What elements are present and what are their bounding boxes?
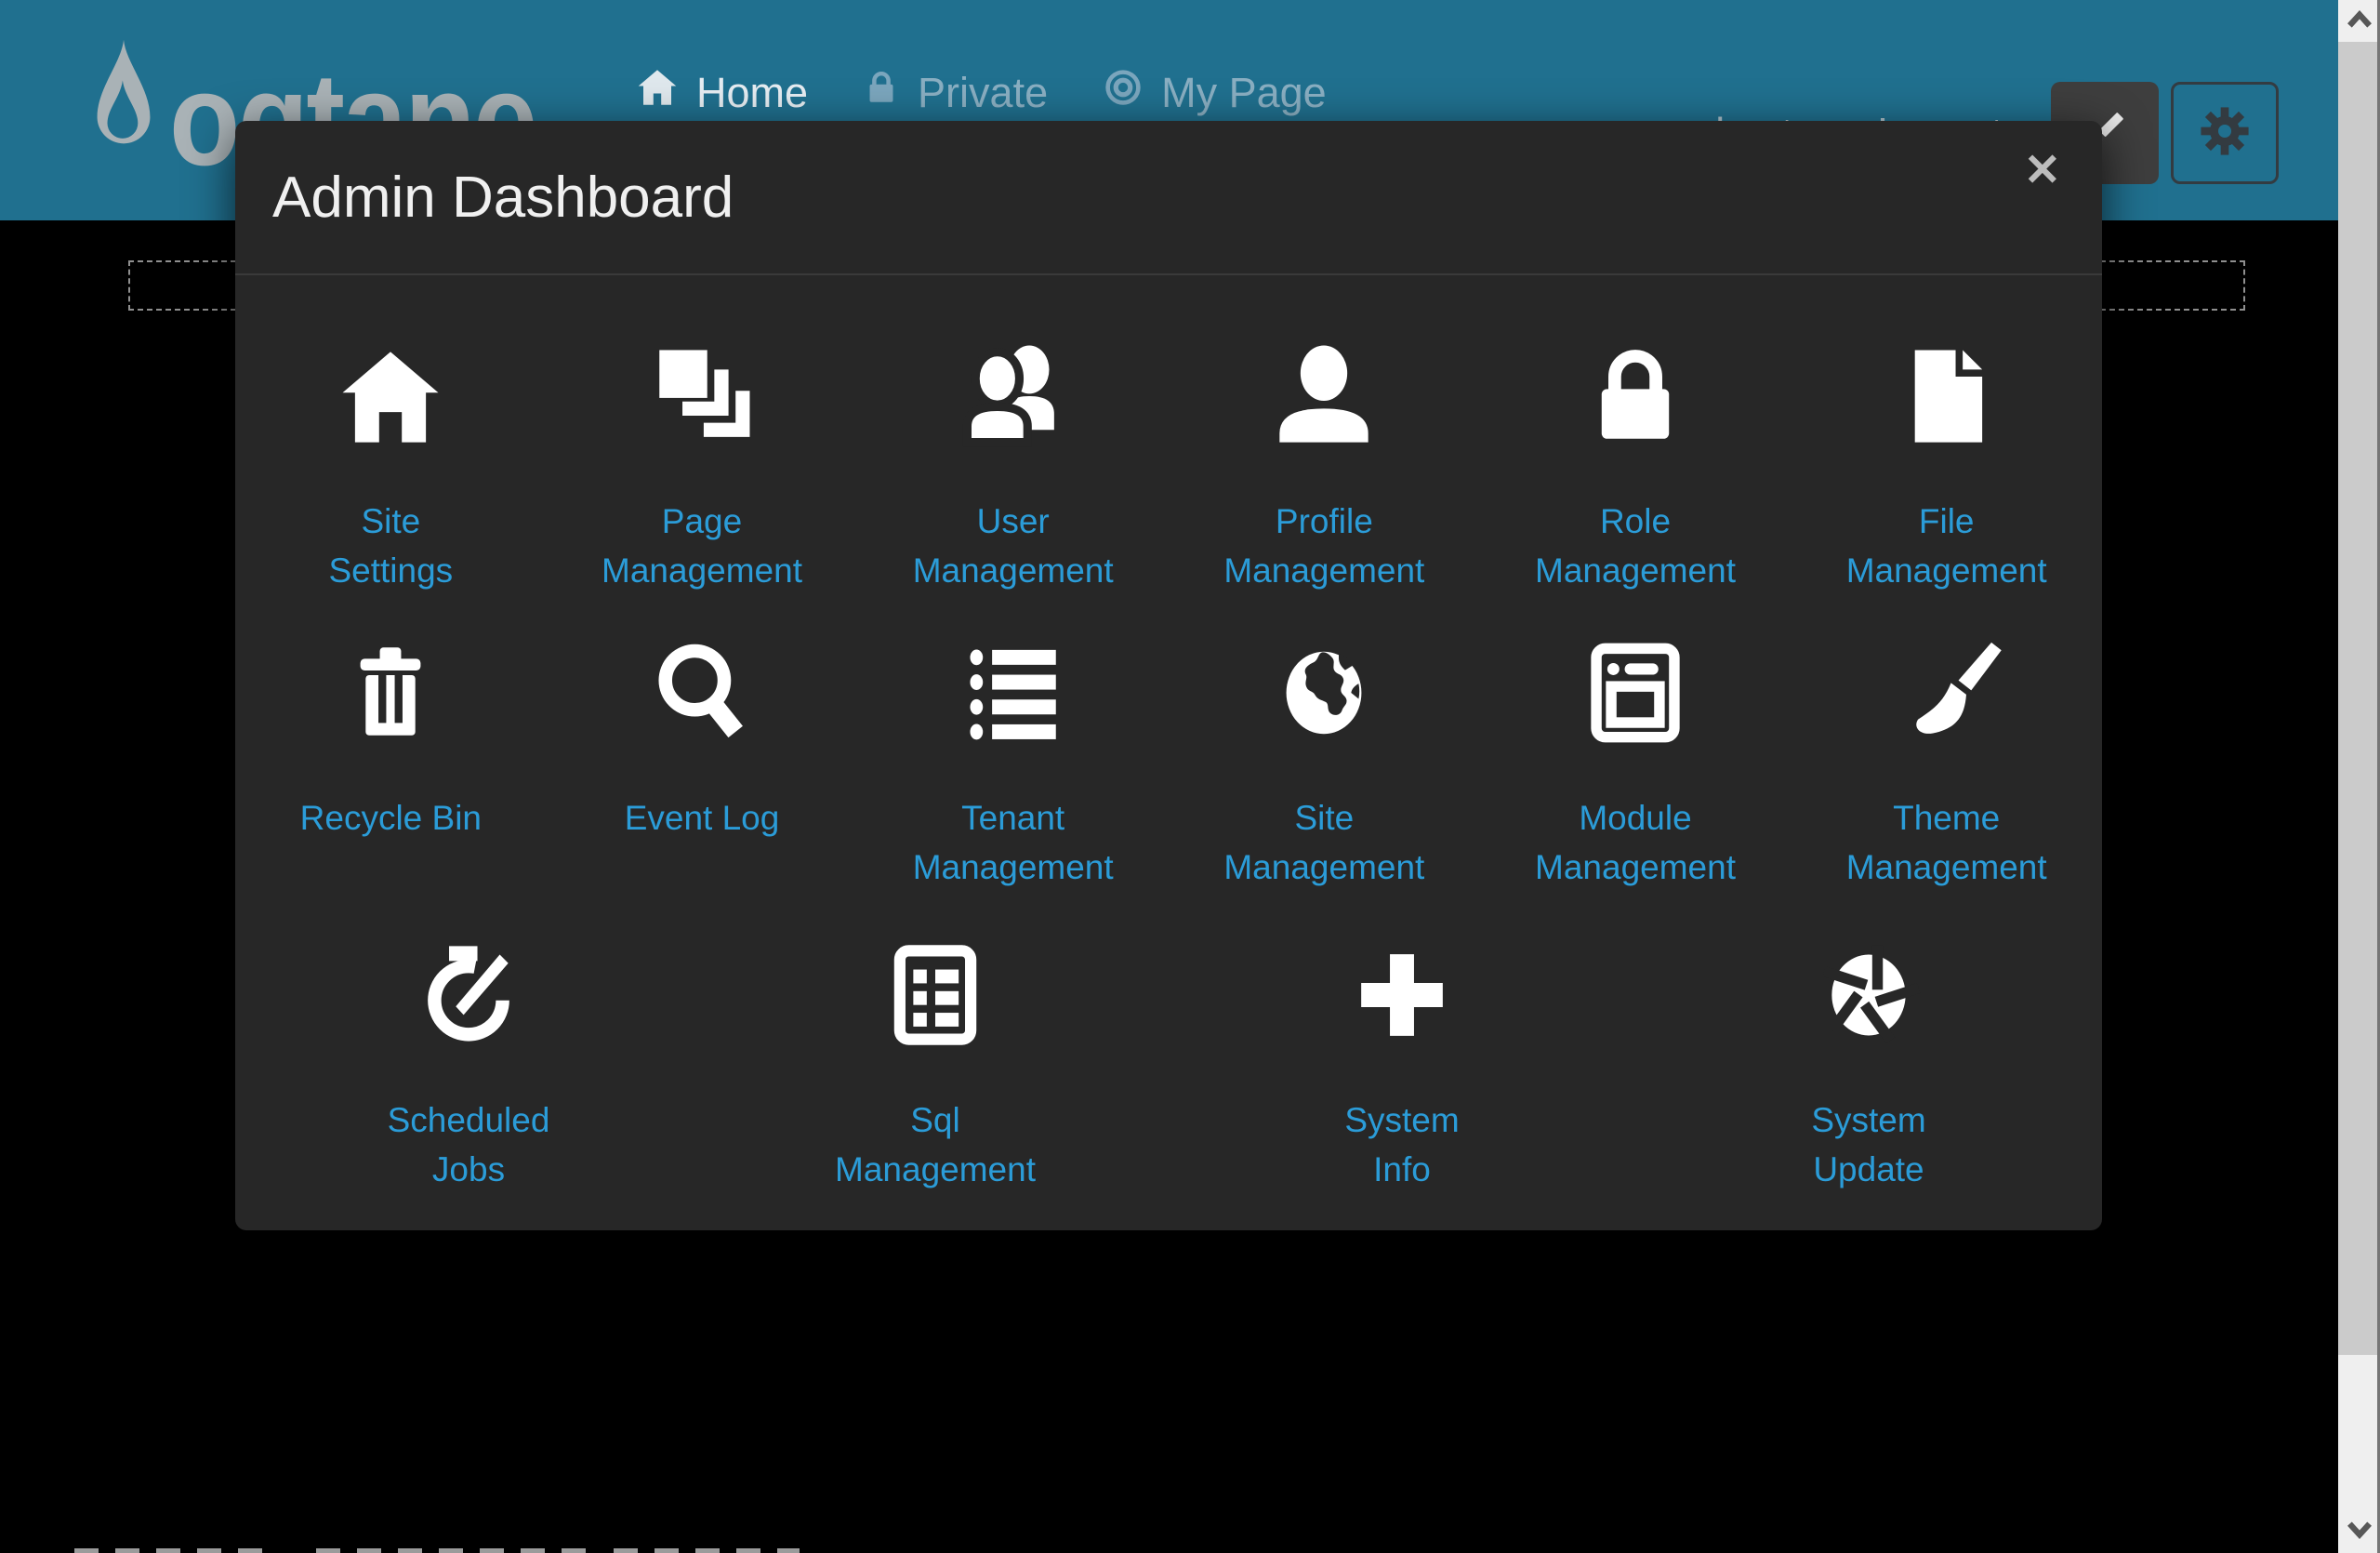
tile-label: ThemeManagement bbox=[1846, 793, 2047, 892]
nav-link-label: Home bbox=[696, 69, 808, 117]
tile-scheduled-jobs[interactable]: ScheduledJobs bbox=[235, 937, 702, 1194]
tile-label: ScheduledJobs bbox=[388, 1095, 550, 1194]
tile-label: SiteSettings bbox=[328, 497, 453, 595]
target-icon bbox=[1102, 66, 1144, 119]
tile-label: UserManagement bbox=[913, 497, 1114, 595]
tile-site-settings[interactable]: SiteSettings bbox=[235, 338, 547, 595]
nav-links: Home Private My Page bbox=[635, 65, 1327, 120]
nav-link-my-page[interactable]: My Page bbox=[1102, 66, 1327, 119]
tile-role-management[interactable]: RoleManagement bbox=[1480, 338, 1792, 595]
tile-row-1: SiteSettings PageManagement bbox=[235, 338, 2102, 595]
tile-sql-management[interactable]: SqlManagement bbox=[702, 937, 1169, 1194]
tile-tenant-management[interactable]: TenantManagement bbox=[857, 635, 1169, 892]
scroll-up-button[interactable] bbox=[2338, 0, 2380, 42]
tile-recycle-bin[interactable]: Recycle Bin bbox=[235, 635, 547, 892]
tile-page-management[interactable]: PageManagement bbox=[547, 338, 858, 595]
lock-icon bbox=[862, 66, 901, 119]
lock-icon bbox=[1579, 338, 1692, 454]
aperture-icon bbox=[1812, 937, 1925, 1053]
tile-system-update[interactable]: SystemUpdate bbox=[1635, 937, 2102, 1194]
settings-button[interactable] bbox=[2171, 82, 2279, 184]
tile-file-management[interactable]: FileManagement bbox=[1791, 338, 2102, 595]
clipped-bottom-content bbox=[614, 1548, 800, 1553]
tile-label: TenantManagement bbox=[913, 793, 1114, 892]
gear-icon bbox=[2194, 100, 2255, 166]
tile-label: SqlManagement bbox=[835, 1095, 1036, 1194]
tile-site-management[interactable]: SiteManagement bbox=[1169, 635, 1480, 892]
nav-link-private[interactable]: Private bbox=[862, 66, 1048, 119]
list-icon bbox=[957, 635, 1070, 750]
people-icon bbox=[957, 338, 1070, 454]
chevron-up-icon bbox=[2344, 7, 2375, 34]
timer-icon bbox=[412, 937, 525, 1053]
tile-label: ModuleManagement bbox=[1535, 793, 1736, 892]
nav-link-label: My Page bbox=[1161, 69, 1327, 117]
tile-label: PageManagement bbox=[602, 497, 802, 595]
home-icon bbox=[334, 338, 447, 454]
tile-row-3: ScheduledJobs SqlManagement bbox=[235, 937, 2102, 1194]
chevron-down-icon bbox=[2344, 1519, 2375, 1546]
oqtane-drop-icon bbox=[91, 35, 156, 163]
vertical-scrollbar bbox=[2338, 0, 2380, 1553]
home-icon bbox=[635, 65, 680, 120]
tile-label: ProfileManagement bbox=[1223, 497, 1424, 595]
globe-icon bbox=[1267, 635, 1381, 750]
tile-label: FileManagement bbox=[1846, 497, 2047, 595]
admin-dashboard-modal: Admin Dashboard ✕ SiteSettings PageManag… bbox=[235, 121, 2102, 1230]
magnifying-glass-icon bbox=[645, 635, 759, 750]
spreadsheet-icon bbox=[879, 937, 992, 1053]
clipped-bottom-content bbox=[74, 1548, 270, 1553]
tile-event-log[interactable]: Event Log bbox=[547, 635, 858, 892]
tile-module-management[interactable]: ModuleManagement bbox=[1480, 635, 1792, 892]
tile-label: SystemInfo bbox=[1344, 1095, 1459, 1194]
layers-icon bbox=[645, 338, 759, 454]
clipped-bottom-content bbox=[316, 1548, 586, 1553]
plus-icon bbox=[1345, 937, 1459, 1053]
tile-label: RoleManagement bbox=[1535, 497, 1736, 595]
tile-profile-management[interactable]: ProfileManagement bbox=[1169, 338, 1480, 595]
tile-user-management[interactable]: UserManagement bbox=[857, 338, 1169, 595]
brush-icon bbox=[1890, 635, 2003, 750]
scroll-down-button[interactable] bbox=[2338, 1511, 2380, 1553]
tile-system-info[interactable]: SystemInfo bbox=[1169, 937, 1635, 1194]
tile-label: SystemUpdate bbox=[1811, 1095, 1925, 1194]
modal-title: Admin Dashboard bbox=[272, 165, 734, 231]
tile-label: SiteManagement bbox=[1223, 793, 1424, 892]
close-icon[interactable]: ✕ bbox=[2024, 149, 2061, 193]
tile-row-2: Recycle Bin Event Log Te bbox=[235, 635, 2102, 892]
person-icon bbox=[1267, 338, 1381, 454]
nav-link-label: Private bbox=[918, 69, 1048, 117]
nav-link-home[interactable]: Home bbox=[635, 65, 808, 120]
browser-icon bbox=[1579, 635, 1692, 750]
tile-label: Event Log bbox=[625, 793, 780, 843]
file-icon bbox=[1890, 338, 2003, 454]
tile-label: Recycle Bin bbox=[300, 793, 482, 843]
scrollbar-thumb[interactable] bbox=[2338, 42, 2380, 1355]
tile-theme-management[interactable]: ThemeManagement bbox=[1791, 635, 2102, 892]
trash-icon bbox=[334, 635, 447, 750]
modal-header: Admin Dashboard ✕ bbox=[235, 121, 2102, 275]
